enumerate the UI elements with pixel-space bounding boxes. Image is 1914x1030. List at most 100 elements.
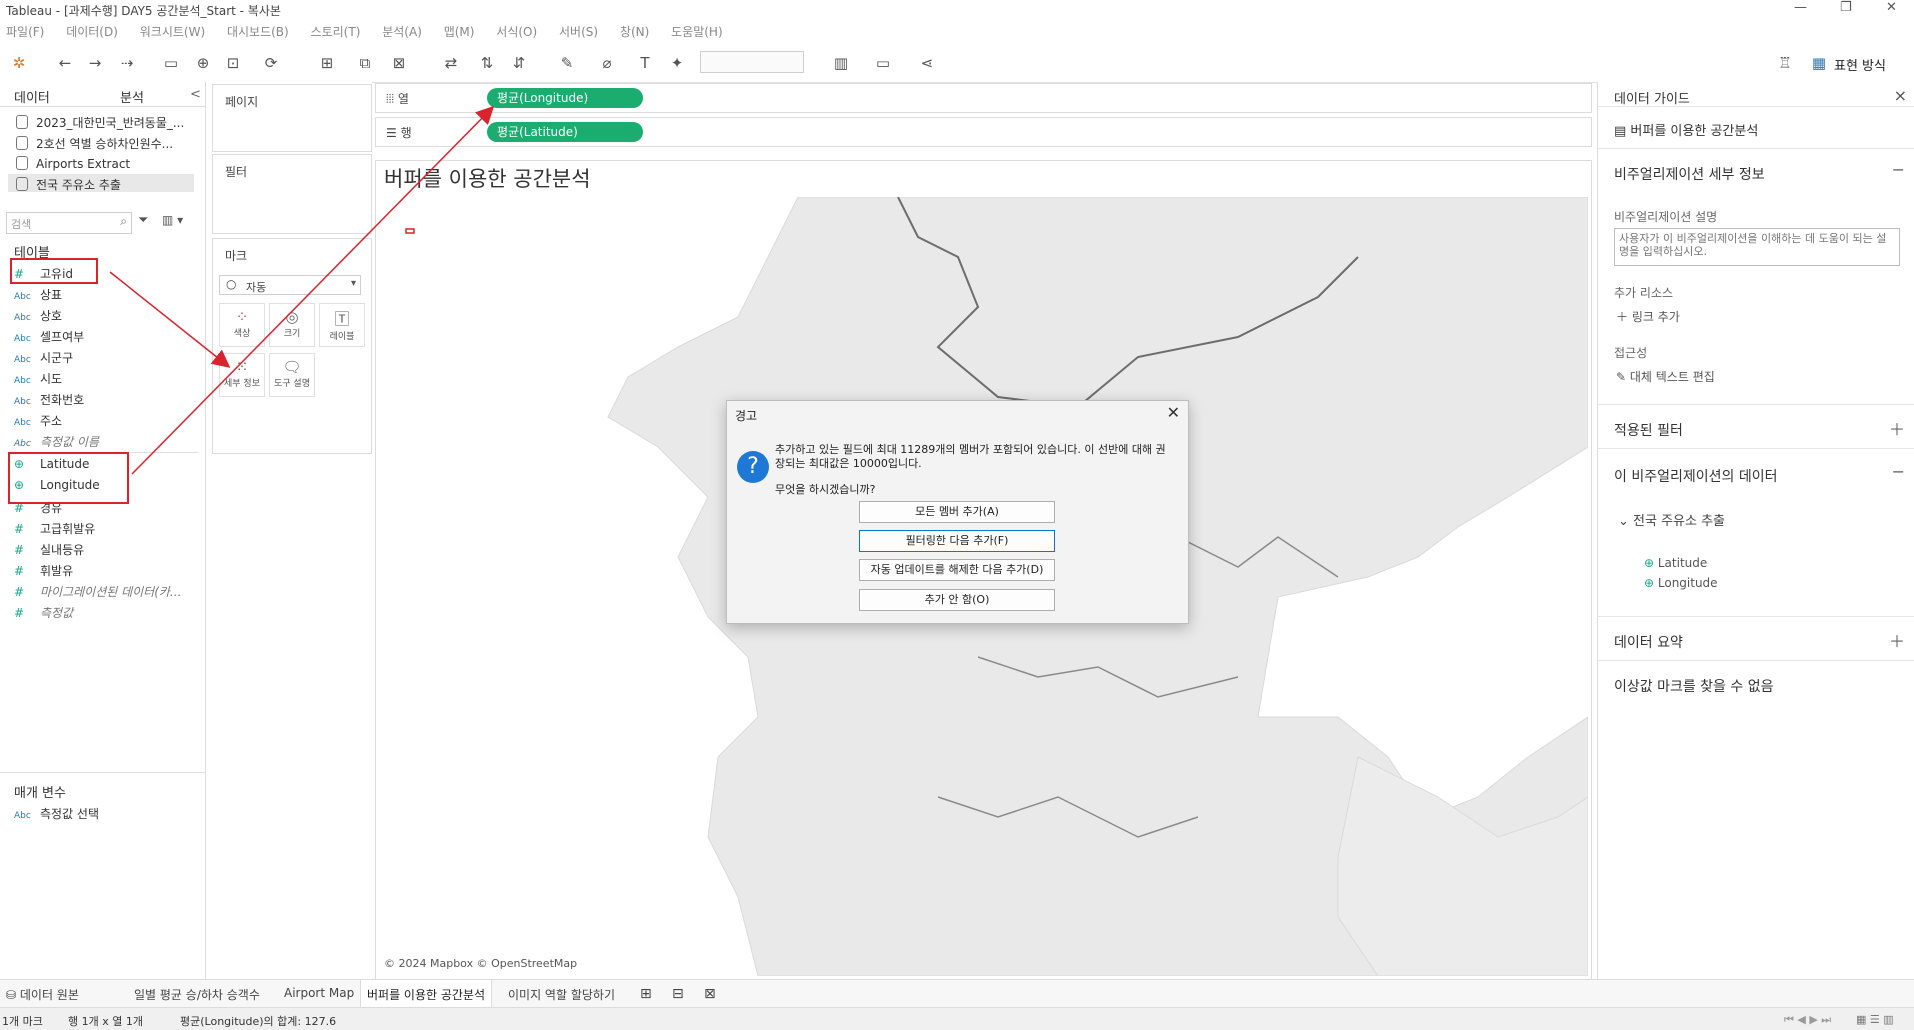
- menu-help[interactable]: 도움말(H): [671, 23, 723, 40]
- mark-type-dropdown[interactable]: ○ 자동 ▾: [219, 275, 361, 295]
- field-item[interactable]: Abc 시도: [14, 370, 62, 387]
- detail-button[interactable]: ⁙ 세부 정보: [219, 353, 265, 397]
- view-toggle-icon[interactable]: ▦ ☰ ▥: [1856, 1013, 1894, 1026]
- filters-card[interactable]: 필터: [212, 154, 372, 234]
- close-window-button[interactable]: ✕: [1886, 0, 1897, 15]
- tableau-logo-icon[interactable]: ✲: [8, 52, 30, 74]
- add-link-button[interactable]: ＋ 링크 추가: [1616, 308, 1680, 325]
- viz-title[interactable]: 버퍼를 이용한 공간분석: [384, 163, 591, 193]
- new-worksheet-tab-icon[interactable]: ⊞: [640, 986, 652, 1002]
- collapse-icon[interactable]: −: [1892, 462, 1905, 481]
- tab-datasource[interactable]: ⛁ 데이터 원본: [6, 986, 79, 1003]
- menu-analysis[interactable]: 분석(A): [382, 23, 422, 40]
- columns-shelf[interactable]: ⦙⦙⦙ 열 평균(Longitude): [375, 83, 1592, 113]
- label-icon[interactable]: T: [634, 52, 656, 74]
- pin-icon[interactable]: ✦: [666, 52, 688, 74]
- new-datasource-icon[interactable]: ⊕: [192, 52, 214, 74]
- datasource-item[interactable]: 2023_대한민국_반려동물_...: [16, 114, 184, 131]
- menu-file[interactable]: 파일(F): [6, 23, 44, 40]
- field-item[interactable]: Abc 셀프여부: [14, 328, 84, 345]
- duplicate-icon[interactable]: ⧉: [354, 52, 376, 74]
- datasource-item[interactable]: Airports Extract: [16, 156, 130, 171]
- tooltip-button[interactable]: 🗨 도구 설명: [269, 353, 315, 397]
- description-textarea[interactable]: 사용자가 이 비주얼리제이션을 이해하는 데 도움이 되는 설명을 입력하십시오…: [1614, 228, 1900, 266]
- viz-data-header[interactable]: 이 비주얼리제이션의 데이터: [1614, 466, 1777, 486]
- presentation-icon[interactable]: ▭: [872, 52, 894, 74]
- color-button[interactable]: ⁘ 색상: [219, 303, 265, 347]
- bar-chart-icon[interactable]: ▥: [830, 52, 852, 74]
- expand-icon[interactable]: ＋: [1889, 628, 1905, 652]
- highlight-icon[interactable]: ✎: [556, 52, 578, 74]
- map-credit[interactable]: © 2024 Mapbox © OpenStreetMap: [384, 957, 577, 970]
- fit-dropdown[interactable]: [700, 51, 804, 73]
- field-search-input[interactable]: 검색 ⌕: [6, 212, 132, 234]
- menu-format[interactable]: 서식(O): [496, 23, 537, 40]
- tab-sheet[interactable]: 일별 평균 승/하차 승객수: [134, 986, 260, 1003]
- rows-shelf[interactable]: ☰ 행 평균(Latitude): [375, 117, 1592, 147]
- selected-mark[interactable]: [405, 228, 415, 234]
- columns-pill[interactable]: 평균(Longitude): [487, 88, 643, 108]
- redo-icon[interactable]: →: [84, 52, 106, 74]
- expand-icon[interactable]: ＋: [1889, 416, 1905, 440]
- field-item[interactable]: Abc 시군구: [14, 349, 73, 366]
- add-all-members-button[interactable]: 모든 멤버 추가(A): [859, 501, 1055, 523]
- tab-analysis[interactable]: 분석: [120, 87, 144, 106]
- tab-sheet-active[interactable]: 버퍼를 이용한 공간분석: [360, 980, 493, 1008]
- menu-story[interactable]: 스토리(T): [311, 23, 361, 40]
- data-summary-header[interactable]: 데이터 요약: [1614, 632, 1683, 652]
- new-story-tab-icon[interactable]: ⊠: [704, 986, 716, 1002]
- datasource-item[interactable]: 2호선 역별 승하차인원수...: [16, 135, 173, 152]
- sort-asc-icon[interactable]: ⇅: [476, 52, 498, 74]
- search-icon[interactable]: ⌕: [120, 214, 127, 229]
- tab-data[interactable]: 데이터: [14, 87, 50, 106]
- field-item[interactable]: # 고급휘발유: [14, 520, 95, 537]
- save-icon[interactable]: ▭: [160, 52, 182, 74]
- close-guide-icon[interactable]: ×: [1894, 86, 1907, 105]
- menu-worksheet[interactable]: 워크시트(W): [140, 23, 205, 40]
- collapse-panel-icon[interactable]: <: [190, 87, 201, 102]
- menu-dashboard[interactable]: 대시보드(B): [227, 23, 289, 40]
- pause-updates-icon[interactable]: ⊡: [222, 52, 244, 74]
- filter-then-add-button[interactable]: 필터링한 다음 추가(F): [859, 530, 1055, 552]
- collapse-icon[interactable]: −: [1892, 160, 1905, 179]
- field-item[interactable]: Abc 상호: [14, 307, 62, 324]
- field-item[interactable]: Abc 상표: [14, 286, 62, 303]
- field-item[interactable]: # 측정값: [14, 604, 73, 621]
- paint-icon[interactable]: ♖: [1774, 52, 1796, 74]
- navigation-icon[interactable]: ⏮ ◀ ▶ ⏭: [1784, 1013, 1831, 1027]
- do-not-add-button[interactable]: 추가 안 함(O): [859, 589, 1055, 611]
- show-me-button[interactable]: 표현 방식: [1834, 55, 1886, 74]
- size-button[interactable]: ◎ 크기: [269, 303, 315, 347]
- new-worksheet-icon[interactable]: ⊞: [316, 52, 338, 74]
- applied-filters-header[interactable]: 적용된 필터: [1614, 420, 1683, 440]
- share-icon[interactable]: ⋖: [916, 52, 938, 74]
- datasource-item-active[interactable]: 전국 주유소 추출: [8, 174, 194, 192]
- undo-icon[interactable]: ←: [54, 52, 76, 74]
- maximize-button[interactable]: ❐: [1840, 0, 1852, 15]
- clear-sheet-icon[interactable]: ⊠: [388, 52, 410, 74]
- field-item[interactable]: Abc 전화번호: [14, 391, 84, 408]
- menu-map[interactable]: 맵(M): [444, 23, 475, 40]
- viz-details-header[interactable]: 비주얼리제이션 세부 정보: [1614, 164, 1765, 184]
- sort-desc-icon[interactable]: ⇵: [508, 52, 530, 74]
- view-options-icon[interactable]: ▥ ▾: [162, 213, 183, 227]
- refresh-icon[interactable]: ⟳: [260, 52, 282, 74]
- field-item[interactable]: # 마이그레이션된 데이터(카...: [14, 583, 181, 600]
- group-icon[interactable]: ⌀: [596, 52, 618, 74]
- field-item[interactable]: Abc 주소: [14, 412, 62, 429]
- replay-icon[interactable]: ⇢: [116, 52, 138, 74]
- swap-icon[interactable]: ⇄: [440, 52, 462, 74]
- edit-alt-text-button[interactable]: ✎ 대체 텍스트 편집: [1616, 368, 1715, 385]
- field-item[interactable]: # 실내등유: [14, 541, 84, 558]
- show-me-icon[interactable]: ▦: [1808, 52, 1830, 74]
- menu-data[interactable]: 데이터(D): [66, 23, 118, 40]
- filter-icon[interactable]: ⏷: [138, 213, 148, 228]
- menu-server[interactable]: 서버(S): [559, 23, 598, 40]
- parameter-item[interactable]: Abc 측정값 선택: [14, 805, 99, 822]
- tab-sheet[interactable]: 이미지 역할 할당하기: [508, 986, 615, 1003]
- new-dashboard-tab-icon[interactable]: ⊟: [672, 986, 684, 1002]
- tab-sheet[interactable]: Airport Map: [284, 986, 354, 1000]
- menu-window[interactable]: 창(N): [620, 23, 649, 40]
- label-button[interactable]: 🅃 레이블: [319, 303, 365, 347]
- field-item[interactable]: Abc 측정값 이름: [14, 433, 99, 450]
